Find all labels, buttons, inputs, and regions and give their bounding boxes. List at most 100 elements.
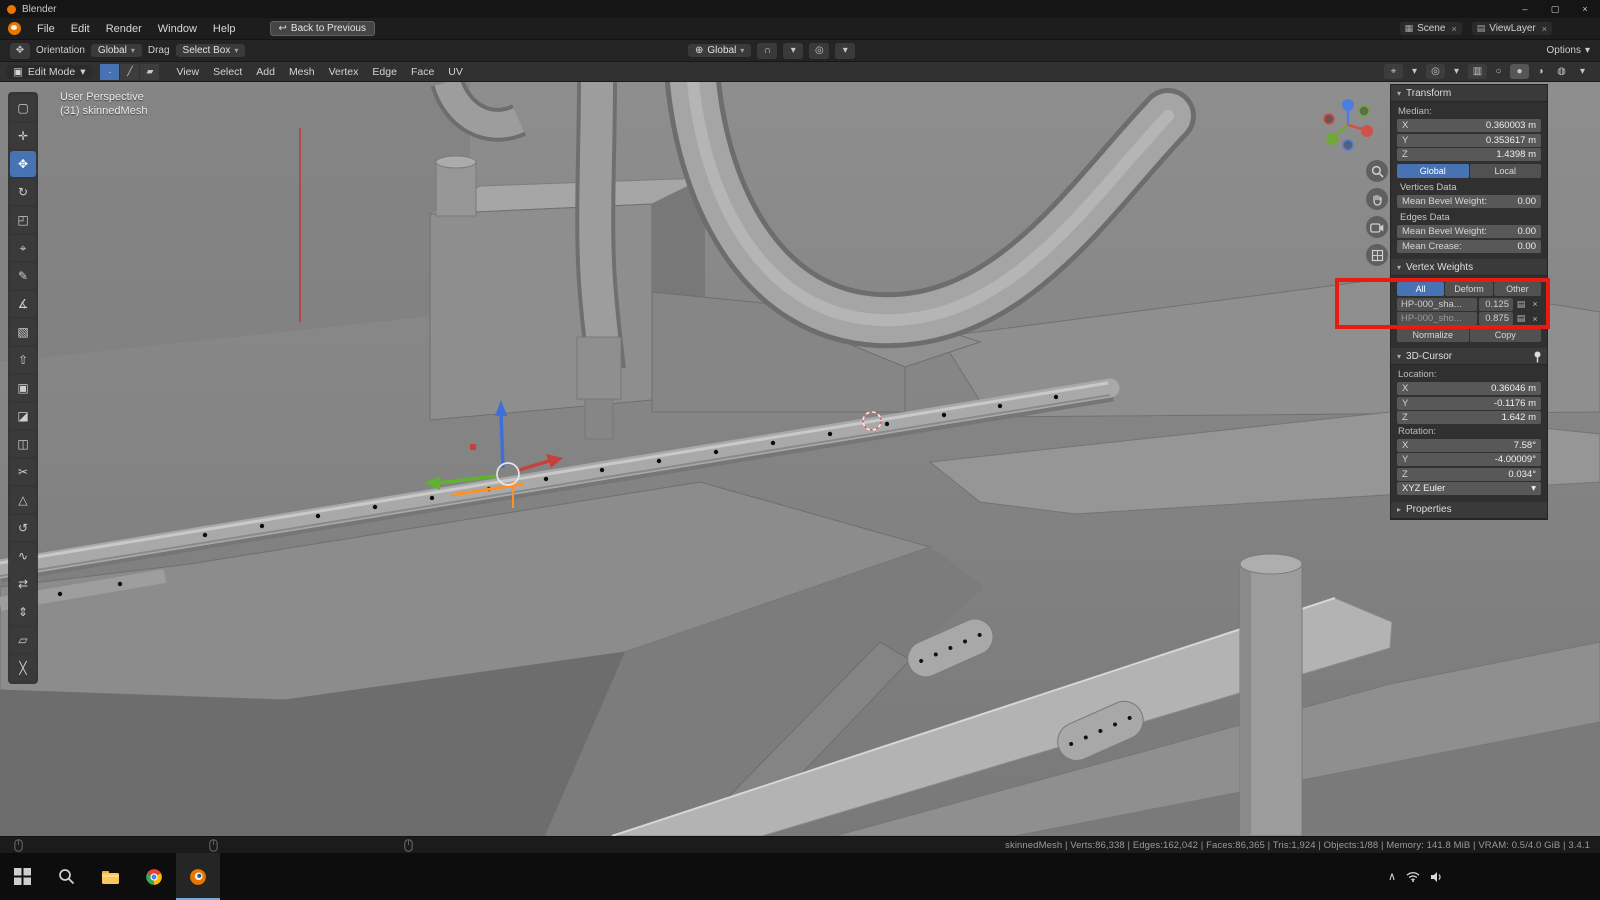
minimize-button[interactable]: –	[1510, 0, 1540, 18]
tool-move[interactable]: ✥	[10, 151, 36, 177]
tool-bevel[interactable]: ◪	[10, 403, 36, 429]
vertex-select-mode-button[interactable]: ∙	[100, 64, 119, 80]
tool-extrude-region[interactable]: ⇧	[10, 347, 36, 373]
menu-edge[interactable]: Edge	[365, 64, 404, 80]
maximize-button[interactable]: ▢	[1540, 0, 1570, 18]
network-icon[interactable]	[1406, 871, 1420, 882]
face-select-mode-button[interactable]: ▰	[140, 64, 159, 80]
speaker-icon[interactable]	[1430, 871, 1443, 883]
tool-smooth[interactable]: ∿	[10, 543, 36, 569]
cursor-rotation-y-field[interactable]: Y -4.00009°	[1397, 453, 1541, 466]
menu-window[interactable]: Window	[150, 21, 205, 37]
weight-paste-icon[interactable]: ▤	[1515, 313, 1527, 324]
scene-unlink-button[interactable]: ×	[1449, 24, 1456, 34]
perspective-toggle-button[interactable]	[1366, 244, 1388, 266]
mean-bevel-weight-field[interactable]: Mean Bevel Weight: 0.00	[1397, 195, 1541, 208]
shading-rendered-button[interactable]: ◍	[1552, 64, 1571, 79]
taskbar-blender-button[interactable]	[176, 853, 220, 900]
cursor-location-x-field[interactable]: X 0.36046 m	[1397, 382, 1541, 395]
menu-render[interactable]: Render	[98, 21, 150, 37]
navigation-gizmo[interactable]	[1319, 96, 1377, 159]
shading-dropdown[interactable]: ▾	[1573, 64, 1592, 79]
tool-measure[interactable]: ∡	[10, 291, 36, 317]
blender-logo-icon[interactable]	[8, 22, 21, 35]
viewlayer-selector[interactable]: ▤ ViewLayer ×	[1472, 22, 1552, 35]
copy-button[interactable]: Copy	[1470, 328, 1542, 342]
tool-edge-slide[interactable]: ⇄	[10, 571, 36, 597]
median-y-field[interactable]: Y 0.353617 m	[1397, 134, 1541, 147]
vertex-weights-section-header[interactable]: ▾ Vertex Weights	[1391, 259, 1547, 276]
scene-selector[interactable]: ▦ Scene ×	[1400, 22, 1462, 35]
snap-magnet-toggle[interactable]: ∩	[757, 43, 777, 59]
shading-material-button[interactable]: ◑	[1531, 64, 1550, 79]
tool-shear[interactable]: ▱	[10, 627, 36, 653]
pin-icon[interactable]	[1533, 351, 1542, 363]
tool-cursor[interactable]: ✛	[10, 123, 36, 149]
xray-toggle[interactable]: ▥	[1468, 64, 1487, 79]
weights-tab-other[interactable]: Other	[1494, 282, 1541, 296]
back-to-previous-button[interactable]: ↩ Back to Previous	[270, 21, 375, 36]
weights-tab-deform[interactable]: Deform	[1445, 282, 1492, 296]
tool-knife[interactable]: ✂	[10, 459, 36, 485]
taskbar-file-explorer-button[interactable]	[88, 853, 132, 900]
menu-help[interactable]: Help	[205, 21, 244, 37]
proportional-edit-toggle[interactable]: ◎	[809, 43, 829, 59]
weight-value-field[interactable]: 0.875	[1479, 312, 1513, 325]
tool-select-box[interactable]: ▢	[10, 95, 36, 121]
viewlayer-remove-button[interactable]: ×	[1540, 24, 1547, 34]
menu-add[interactable]: Add	[249, 64, 282, 80]
tool-transform[interactable]: ⌖	[10, 235, 36, 261]
close-button[interactable]: ×	[1570, 0, 1600, 18]
transform-section-header[interactable]: ▾ Transform	[1391, 85, 1547, 102]
overlays-dropdown[interactable]: ▾	[1447, 64, 1466, 79]
weights-tab-all[interactable]: All	[1397, 282, 1444, 296]
camera-view-button[interactable]	[1366, 216, 1388, 238]
transform-orientation-dropdown[interactable]: ⊕ Global ▾	[688, 44, 751, 57]
weight-delete-icon[interactable]: ×	[1529, 314, 1541, 324]
median-z-field[interactable]: Z 1.4398 m	[1397, 148, 1541, 161]
gizmo-dropdown[interactable]: ▾	[1405, 64, 1424, 79]
menu-uv[interactable]: UV	[441, 64, 470, 80]
taskbar-search-button[interactable]	[44, 853, 88, 900]
edge-mean-bevel-weight-field[interactable]: Mean Bevel Weight: 0.00	[1397, 225, 1541, 238]
zoom-button[interactable]	[1366, 160, 1388, 182]
start-button[interactable]	[0, 853, 44, 900]
orientation-dropdown[interactable]: Global ▾	[91, 44, 142, 57]
menu-view[interactable]: View	[169, 64, 206, 80]
tool-inset-faces[interactable]: ▣	[10, 375, 36, 401]
tool-rip-region[interactable]: ╳	[10, 655, 36, 681]
proportional-falloff-dropdown[interactable]: ▾	[835, 43, 855, 59]
mode-dropdown[interactable]: ▣ Edit Mode ▾	[6, 65, 92, 79]
weight-value-field[interactable]: 0.125	[1479, 298, 1513, 311]
snap-settings-dropdown[interactable]: ▾	[783, 43, 803, 59]
cursor-section-header[interactable]: ▾ 3D-Cursor	[1391, 348, 1547, 365]
menu-file[interactable]: File	[29, 21, 63, 37]
local-space-button[interactable]: Local	[1470, 164, 1542, 178]
rotation-mode-dropdown[interactable]: XYZ Euler ▾	[1397, 482, 1541, 495]
menu-edit[interactable]: Edit	[63, 21, 98, 37]
menu-vertex[interactable]: Vertex	[322, 64, 366, 80]
tool-poly-build[interactable]: △	[10, 487, 36, 513]
show-gizmo-toggle[interactable]: ⌖	[1384, 64, 1403, 79]
cursor-location-z-field[interactable]: Z 1.642 m	[1397, 411, 1541, 424]
tool-rotate[interactable]: ↻	[10, 179, 36, 205]
menu-face[interactable]: Face	[404, 64, 441, 80]
weight-paste-icon[interactable]: ▤	[1515, 299, 1527, 310]
menu-mesh[interactable]: Mesh	[282, 64, 322, 80]
cursor-rotation-z-field[interactable]: Z 0.034°	[1397, 468, 1541, 481]
tool-shrink-fatten[interactable]: ⇕	[10, 599, 36, 625]
properties-section-header[interactable]: ▸ Properties	[1391, 502, 1547, 519]
weight-group-name[interactable]: HP-000_sha...	[1397, 298, 1477, 311]
weight-group-name[interactable]: HP-000_sho...	[1397, 312, 1477, 325]
global-space-button[interactable]: Global	[1397, 164, 1469, 178]
edge-select-mode-button[interactable]: ╱	[120, 64, 139, 80]
options-dropdown[interactable]: Options ▾	[1547, 45, 1591, 56]
tray-chevron-icon[interactable]: ∧	[1388, 870, 1396, 883]
tool-add-cube[interactable]: ▧	[10, 319, 36, 345]
weight-delete-icon[interactable]: ×	[1529, 299, 1541, 309]
pan-button[interactable]	[1366, 188, 1388, 210]
tool-loop-cut[interactable]: ◫	[10, 431, 36, 457]
tool-annotate[interactable]: ✎	[10, 263, 36, 289]
shading-wireframe-button[interactable]: ○	[1489, 64, 1508, 79]
shading-solid-button[interactable]: ●	[1510, 64, 1529, 79]
